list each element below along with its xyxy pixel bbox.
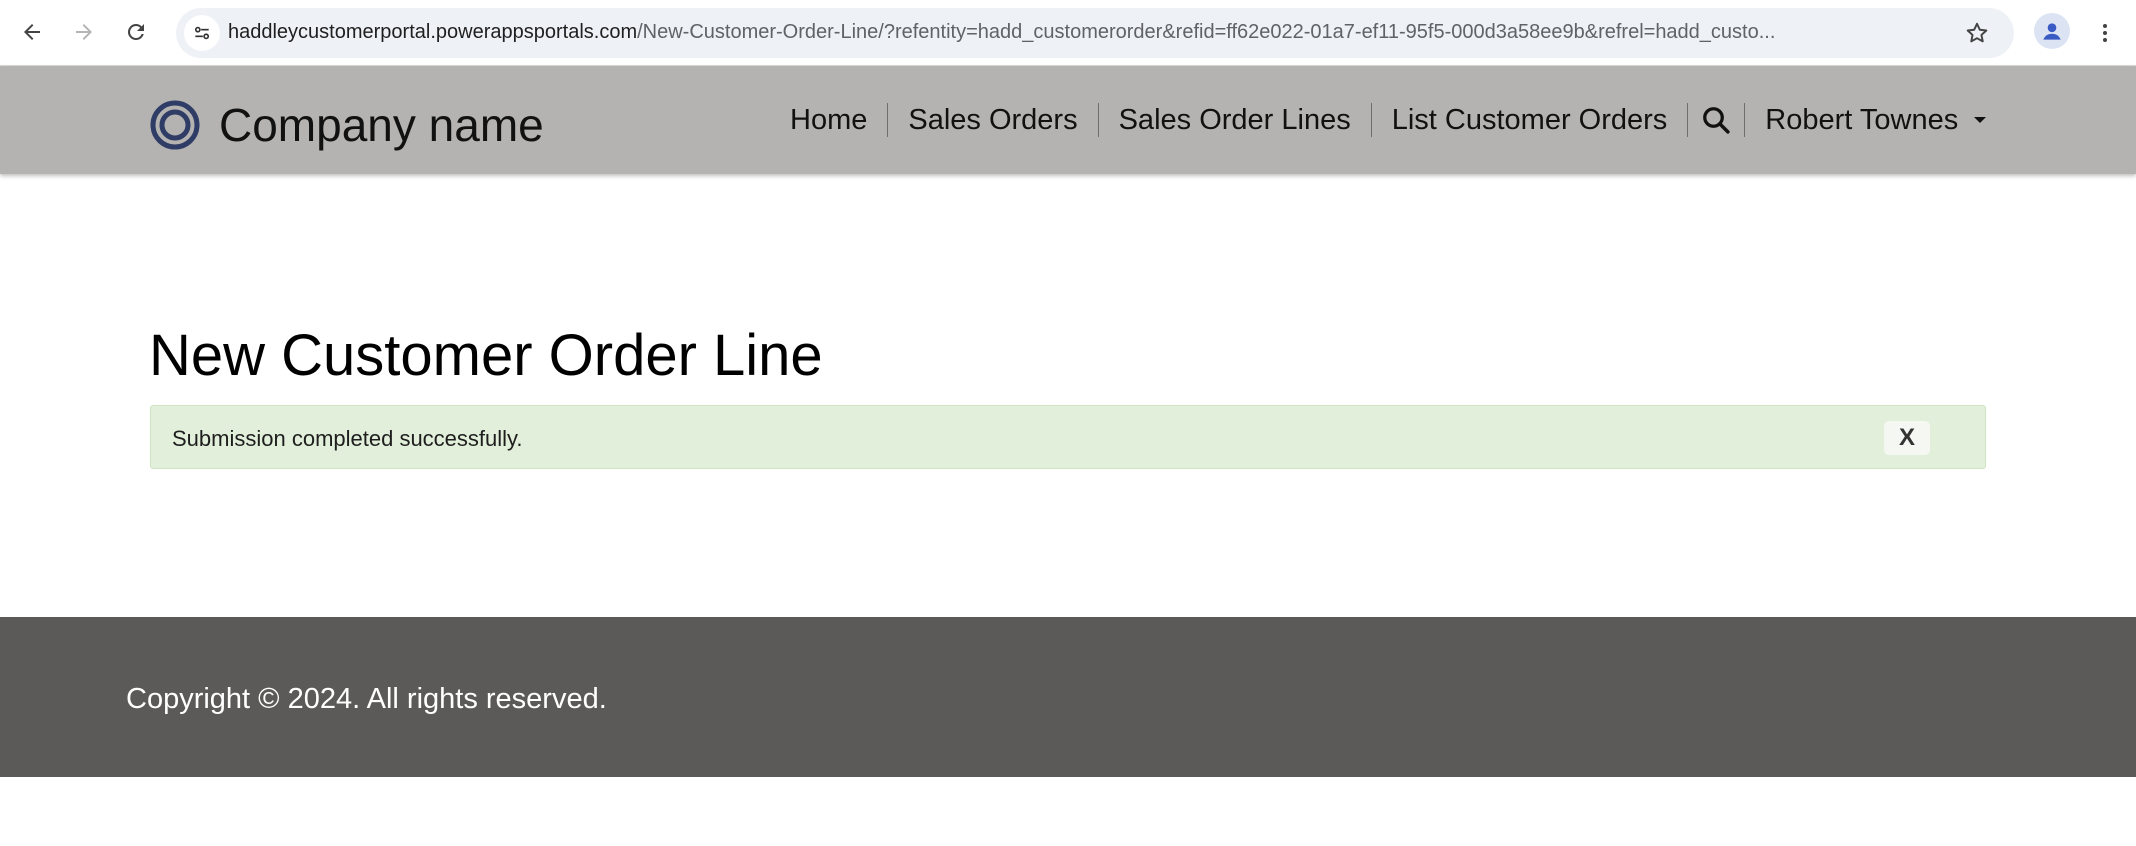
browser-toolbar: haddleycustomerportal.powerappsportals.c… [0, 0, 2136, 66]
nav-list-customer-orders[interactable]: List Customer Orders [1372, 104, 1688, 137]
search-icon[interactable] [1688, 105, 1744, 135]
page-title: New Customer Order Line [149, 323, 823, 388]
caret-down-icon [1974, 117, 1987, 123]
url-host: haddleycustomerportal.powerappsportals.c… [228, 21, 638, 43]
alert-close-button[interactable]: X [1884, 421, 1930, 455]
bookmark-star-icon[interactable] [1964, 20, 1990, 46]
user-menu-dropdown[interactable]: Robert Townes [1745, 103, 1987, 137]
back-button[interactable] [12, 12, 52, 52]
nav-sales-order-lines[interactable]: Sales Order Lines [1099, 104, 1371, 137]
site-info-icon[interactable] [184, 15, 220, 51]
address-bar[interactable]: haddleycustomerportal.powerappsportals.c… [176, 8, 2014, 58]
company-name[interactable]: Company name [219, 98, 544, 152]
url-text[interactable]: haddleycustomerportal.powerappsportals.c… [228, 21, 1775, 44]
nav-sales-orders[interactable]: Sales Orders [888, 104, 1097, 137]
success-alert: Submission completed successfully. X [150, 405, 1986, 469]
reload-icon [127, 23, 144, 40]
browser-menu-icon[interactable] [2090, 13, 2120, 53]
arrow-right-icon [76, 24, 92, 40]
arrow-left-icon [24, 24, 40, 40]
site-header: Company name Home Sales Orders Sales Ord… [0, 66, 2136, 174]
profile-avatar-icon[interactable] [2034, 13, 2070, 49]
company-logo-icon[interactable] [150, 100, 200, 150]
url-path: /New-Customer-Order-Line/?refentity=hadd… [637, 21, 1776, 43]
main-navigation: Home Sales Orders Sales Order Lines List… [770, 66, 1987, 174]
alert-message: Submission completed successfully. [172, 426, 523, 451]
forward-button[interactable] [64, 12, 104, 52]
copyright-text: Copyright © 2024. All rights reserved. [126, 683, 607, 715]
site-footer: Copyright © 2024. All rights reserved. [0, 617, 2136, 777]
reload-button[interactable] [116, 12, 156, 52]
nav-home[interactable]: Home [770, 104, 887, 137]
user-name: Robert Townes [1765, 103, 1959, 136]
